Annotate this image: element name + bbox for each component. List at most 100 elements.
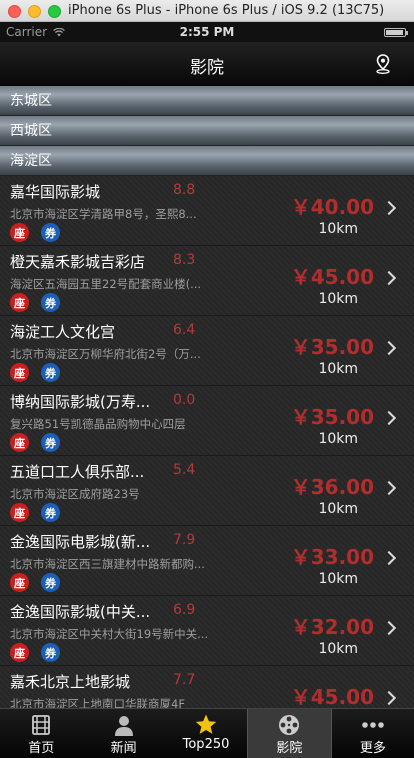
cinema-distance: 10km (318, 641, 358, 657)
minimize-window-button[interactable] (28, 5, 41, 18)
cinema-address: 北京市海淀区西三旗建材中路新都购... (10, 557, 205, 571)
cinema-price: ￥33.00 (290, 545, 374, 569)
cinema-distance: 10km (318, 291, 358, 307)
district-list: 东城区 西城区 海淀区 (0, 86, 414, 176)
window-controls (8, 5, 61, 18)
cinema-badges: 座 券 (10, 363, 60, 382)
district-item[interactable]: 西城区 (0, 116, 414, 146)
cinema-address: 复兴路51号凯德晶品购物中心四层 (10, 417, 186, 431)
cinema-row[interactable]: 橙天嘉禾影城吉彩店 8.3 海淀区五海园五里22号配套商业楼(... 座 券 ￥… (0, 246, 414, 316)
location-button[interactable] (372, 53, 394, 75)
seat-badge: 座 (10, 643, 29, 662)
cinema-price: ￥35.00 (290, 405, 374, 429)
ticket-badge: 券 (41, 643, 60, 662)
chevron-right-icon (381, 200, 397, 216)
tab-news[interactable]: 新闻 (82, 709, 164, 758)
cinema-name: 博纳国际影城(万寿... (10, 393, 151, 411)
chevron-right-icon (381, 480, 397, 496)
cinema-row[interactable]: 金逸国际影城(中关... 6.9 北京市海淀区中关村大街19号新中关... 座 … (0, 596, 414, 666)
cinema-price: ￥40.00 (290, 195, 374, 219)
tab-home-label: 首页 (28, 741, 55, 756)
cinema-name: 嘉华国际影城 (10, 183, 101, 201)
chevron-right-icon (381, 340, 397, 356)
status-bar: Carrier 2:55 PM (0, 22, 414, 42)
simulator-title-bar: iPhone 6s Plus - iPhone 6s Plus / iOS 9.… (0, 0, 414, 22)
cinema-row[interactable]: 博纳国际影城(万寿... 0.0 复兴路51号凯德晶品购物中心四层 座 券 ￥3… (0, 386, 414, 456)
ticket-badge: 券 (41, 503, 60, 522)
cinema-row[interactable]: 五道口工人俱乐部... 5.4 北京市海淀区成府路23号 座 券 ￥36.00 … (0, 456, 414, 526)
tab-cinema-label: 影院 (276, 741, 303, 756)
cinema-distance: 10km (318, 221, 358, 237)
film-grid-icon (32, 715, 51, 735)
chevron-right-icon (381, 690, 397, 706)
person-icon (114, 716, 133, 736)
cinema-address: 北京市海淀区万柳华府北街2号（万... (10, 347, 201, 361)
cinema-badges: 座 券 (10, 573, 60, 592)
cinema-address: 北京市海淀区上地南口华联商厦4F (10, 697, 185, 708)
cinema-rating: 5.4 (173, 462, 196, 478)
seat-badge: 座 (10, 363, 29, 382)
cinema-row[interactable]: 海淀工人文化宫 6.4 北京市海淀区万柳华府北街2号（万... 座 券 ￥35.… (0, 316, 414, 386)
cinema-name: 橙天嘉禾影城吉彩店 (10, 253, 146, 271)
cinema-address: 北京市海淀区中关村大街19号新中关... (10, 627, 209, 641)
chevron-right-icon (381, 410, 397, 426)
cinema-rating: 6.4 (173, 322, 196, 338)
ticket-badge: 券 (41, 573, 60, 592)
cinema-list[interactable]: 嘉华国际影城 8.8 北京市海淀区学清路甲8号，圣熙8... 座 券 ￥40.0… (0, 176, 414, 708)
zoom-window-button[interactable] (48, 5, 61, 18)
seat-badge: 座 (10, 293, 29, 312)
cinema-price: ￥35.00 (290, 335, 374, 359)
cinema-address: 海淀区五海园五里22号配套商业楼(... (10, 277, 202, 291)
tab-cinema[interactable]: 影院 (247, 709, 332, 758)
close-window-button[interactable] (8, 5, 21, 18)
cinema-price: ￥36.00 (290, 475, 374, 499)
cinema-rating: 7.7 (173, 672, 196, 688)
seat-badge: 座 (10, 503, 29, 522)
chevron-right-icon (381, 550, 397, 566)
tab-bar: 首页 新闻 Top250 影院 更多 (0, 708, 414, 758)
seat-badge: 座 (10, 433, 29, 452)
cinema-name: 金逸国际影城(中关... (10, 603, 151, 621)
cinema-name: 金逸国际电影城(新... (10, 533, 151, 551)
district-item[interactable]: 东城区 (0, 86, 414, 116)
tab-more-label: 更多 (359, 741, 386, 756)
cinema-row[interactable]: 金逸国际电影城(新... 7.9 北京市海淀区西三旗建材中路新都购... 座 券… (0, 526, 414, 596)
battery-icon (384, 28, 408, 37)
star-icon (195, 714, 217, 734)
ticket-badge: 券 (41, 363, 60, 382)
tab-top250[interactable]: Top250 (165, 709, 247, 758)
location-pin-icon (376, 54, 390, 74)
simulator-title: iPhone 6s Plus - iPhone 6s Plus / iOS 9.… (68, 3, 385, 18)
cinema-address: 北京市海淀区成府路23号 (10, 487, 140, 501)
cinema-distance: 10km (318, 571, 358, 587)
cinema-rating: 6.9 (173, 602, 196, 618)
status-time: 2:55 PM (179, 25, 235, 39)
seat-badge: 座 (10, 223, 29, 242)
page-title: 影院 (190, 58, 224, 78)
cinema-row[interactable]: 嘉华国际影城 8.8 北京市海淀区学清路甲8号，圣熙8... 座 券 ￥40.0… (0, 176, 414, 246)
ticket-badge: 券 (41, 223, 60, 242)
district-item[interactable]: 海淀区 (0, 146, 414, 176)
cinema-name: 五道口工人俱乐部... (10, 463, 145, 481)
chevron-right-icon (381, 270, 397, 286)
nav-bar: 影院 (0, 42, 414, 86)
tab-news-label: 新闻 (110, 741, 137, 756)
cinema-rating: 8.3 (173, 252, 196, 268)
cinema-price: ￥45.00 (290, 685, 374, 708)
cinema-rating: 8.8 (173, 182, 196, 198)
cinema-badges: 座 券 (10, 643, 60, 662)
cinema-distance: 10km (318, 431, 358, 447)
more-dots-icon (362, 722, 384, 728)
tab-top250-label: Top250 (182, 737, 230, 752)
chevron-right-icon (381, 620, 397, 636)
tab-home[interactable]: 首页 (0, 709, 82, 758)
cinema-row[interactable]: 嘉禾北京上地影城 7.7 北京市海淀区上地南口华联商厦4F ￥45.00 (0, 666, 414, 708)
cinema-badges: 座 券 (10, 223, 60, 242)
cinema-name: 海淀工人文化宫 (10, 323, 116, 341)
cinema-name: 嘉禾北京上地影城 (10, 673, 131, 691)
seat-badge: 座 (10, 573, 29, 592)
tab-more[interactable]: 更多 (332, 709, 414, 758)
cinema-badges: 座 券 (10, 503, 60, 522)
cinema-distance: 10km (318, 361, 358, 377)
cinema-price: ￥32.00 (290, 615, 374, 639)
